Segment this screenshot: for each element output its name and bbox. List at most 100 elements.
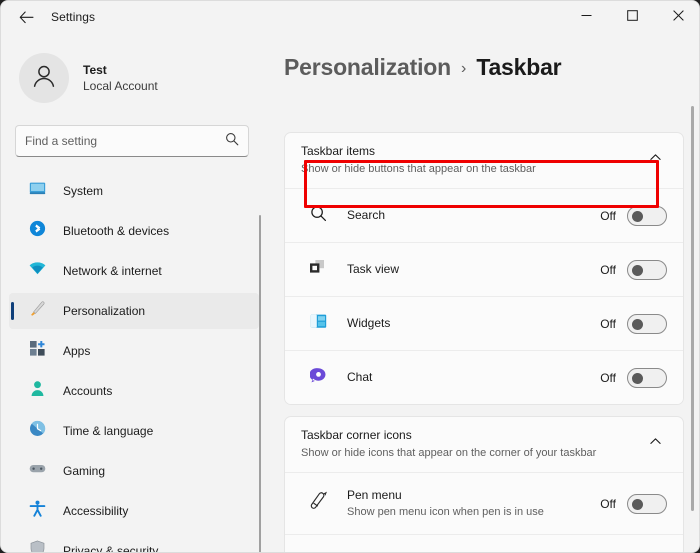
row-title: Search bbox=[347, 208, 386, 223]
toggle-switch[interactable] bbox=[627, 259, 667, 280]
gamepad-icon bbox=[29, 460, 46, 482]
setting-row[interactable]: Pen menu Show pen menu icon when pen is i… bbox=[285, 472, 683, 534]
page-title: Taskbar bbox=[476, 53, 562, 80]
setting-row[interactable]: Search Off bbox=[285, 188, 683, 242]
accounts-icon bbox=[29, 380, 46, 402]
card-header[interactable]: Taskbar items Show or hide buttons that a… bbox=[285, 133, 683, 188]
sidebar-item-time-language[interactable]: Time & language bbox=[9, 413, 259, 449]
sidebar-item-network-internet[interactable]: Network & internet bbox=[9, 253, 259, 289]
apps-icon bbox=[29, 340, 46, 362]
card-header[interactable]: Taskbar corner icons Show or hide icons t… bbox=[285, 417, 683, 472]
paintbrush-icon-wrap bbox=[27, 301, 47, 321]
row-text: Pen menu Show pen menu icon when pen is i… bbox=[347, 487, 600, 519]
network-icon-wrap bbox=[27, 261, 47, 281]
close-icon bbox=[672, 8, 684, 26]
content-scrollbar[interactable] bbox=[691, 106, 694, 511]
paintbrush-icon bbox=[29, 300, 46, 322]
settings-window: Settings Test Local Account Find a setti… bbox=[0, 0, 700, 553]
row-text: Widgets bbox=[347, 315, 600, 331]
setting-row[interactable]: Widgets Off bbox=[285, 296, 683, 350]
sidebar-item-accounts[interactable]: Accounts bbox=[9, 373, 259, 409]
settings-screenshot: Settings Test Local Account Find a setti… bbox=[0, 0, 700, 553]
row-title: Pen menu bbox=[347, 488, 402, 503]
row-title: Touch keyboard bbox=[347, 549, 600, 552]
toggle-wrap: Off bbox=[600, 259, 667, 280]
breadcrumb: Personalization › Taskbar bbox=[284, 50, 562, 84]
row-title: Widgets bbox=[347, 316, 391, 331]
avatar bbox=[19, 53, 69, 103]
toggle-wrap: Off bbox=[600, 205, 667, 226]
row-icon-wrap bbox=[307, 367, 329, 389]
toggle-switch[interactable] bbox=[627, 493, 667, 514]
toggle-knob bbox=[632, 372, 643, 384]
sidebar-item-apps[interactable]: Apps bbox=[9, 333, 259, 369]
clock-icon-wrap bbox=[27, 420, 47, 442]
toggle-state-label: Off bbox=[600, 262, 616, 277]
toggle-switch[interactable] bbox=[627, 367, 667, 388]
collapse-toggle[interactable] bbox=[643, 432, 667, 456]
apps-icon-wrap bbox=[27, 341, 47, 361]
sidebar: Test Local Account System Bluetooth & dev… bbox=[1, 33, 267, 553]
chat-icon bbox=[308, 367, 327, 389]
sidebar-item-label: Accounts bbox=[63, 384, 113, 398]
chevron-up-icon bbox=[649, 151, 662, 169]
sidebar-item-gaming[interactable]: Gaming bbox=[9, 453, 259, 489]
card-title: Taskbar corner icons bbox=[301, 428, 412, 443]
toggle-state-label: Off bbox=[600, 496, 616, 511]
toggle-knob bbox=[632, 498, 643, 510]
toggle-knob bbox=[632, 318, 643, 330]
sidebar-item-system[interactable]: System bbox=[9, 173, 259, 209]
account-block[interactable]: Test Local Account bbox=[19, 52, 267, 104]
row-text: Touch keyboardAlways show touch keyboard… bbox=[347, 549, 600, 552]
maximize-icon bbox=[626, 8, 638, 26]
sidebar-item-label: Accessibility bbox=[63, 504, 129, 518]
setting-row[interactable]: Task view Off bbox=[285, 242, 683, 296]
sidebar-item-label: Apps bbox=[63, 344, 91, 358]
setting-row[interactable]: Touch keyboardAlways show touch keyboard… bbox=[285, 534, 683, 552]
widgets-icon bbox=[310, 313, 327, 335]
maximize-button[interactable] bbox=[609, 1, 655, 33]
sidebar-item-bluetooth-devices[interactable]: Bluetooth & devices bbox=[9, 213, 259, 249]
shield-icon-wrap bbox=[27, 540, 47, 552]
account-type: Local Account bbox=[83, 78, 158, 93]
chevron-up-icon bbox=[649, 435, 662, 453]
bluetooth-icon bbox=[29, 220, 46, 242]
collapse-toggle[interactable] bbox=[643, 148, 667, 172]
sidebar-item-accessibility[interactable]: Accessibility bbox=[9, 493, 259, 529]
shield-icon bbox=[29, 540, 46, 552]
row-icon-wrap bbox=[307, 491, 329, 515]
sidebar-item-privacy-security[interactable]: Privacy & security bbox=[9, 533, 259, 553]
gamepad-icon-wrap bbox=[27, 461, 47, 481]
toggle-state-label: Off bbox=[600, 316, 616, 331]
setting-row[interactable]: Chat Off bbox=[285, 350, 683, 404]
close-button[interactable] bbox=[655, 1, 699, 33]
breadcrumb-separator: › bbox=[461, 59, 467, 77]
toggle-switch[interactable] bbox=[627, 205, 667, 226]
search-row-icon bbox=[310, 205, 327, 227]
toggle-switch[interactable] bbox=[627, 313, 667, 334]
settings-card: Taskbar items Show or hide buttons that a… bbox=[284, 132, 684, 405]
card-header-text: Taskbar items Show or hide buttons that a… bbox=[301, 144, 643, 176]
sidebar-item-label: Gaming bbox=[63, 464, 106, 478]
clock-icon bbox=[29, 420, 46, 442]
account-text: Test Local Account bbox=[83, 63, 158, 94]
sidebar-item-label: Time & language bbox=[63, 424, 154, 438]
sidebar-item-label: Privacy & security bbox=[63, 544, 159, 553]
row-text: Chat bbox=[347, 369, 600, 385]
toggle-wrap: Off bbox=[600, 493, 667, 514]
minimize-button[interactable] bbox=[563, 1, 609, 33]
search-input[interactable] bbox=[25, 134, 225, 148]
sidebar-item-label: System bbox=[63, 184, 104, 198]
search-box[interactable] bbox=[15, 125, 249, 157]
breadcrumb-parent[interactable]: Personalization bbox=[284, 54, 451, 81]
accounts-icon-wrap bbox=[27, 381, 47, 401]
window-controls bbox=[563, 1, 699, 33]
sidebar-item-personalization[interactable]: Personalization bbox=[9, 293, 259, 329]
settings-cards: Taskbar items Show or hide buttons that a… bbox=[284, 132, 684, 552]
task-view-icon bbox=[309, 259, 327, 280]
sidebar-scrollbar[interactable] bbox=[259, 215, 261, 552]
sidebar-nav: System Bluetooth & devices Network & inter… bbox=[1, 173, 267, 553]
back-button[interactable] bbox=[9, 3, 43, 31]
title-bar: Settings bbox=[1, 1, 699, 33]
sidebar-item-label: Personalization bbox=[63, 304, 146, 318]
